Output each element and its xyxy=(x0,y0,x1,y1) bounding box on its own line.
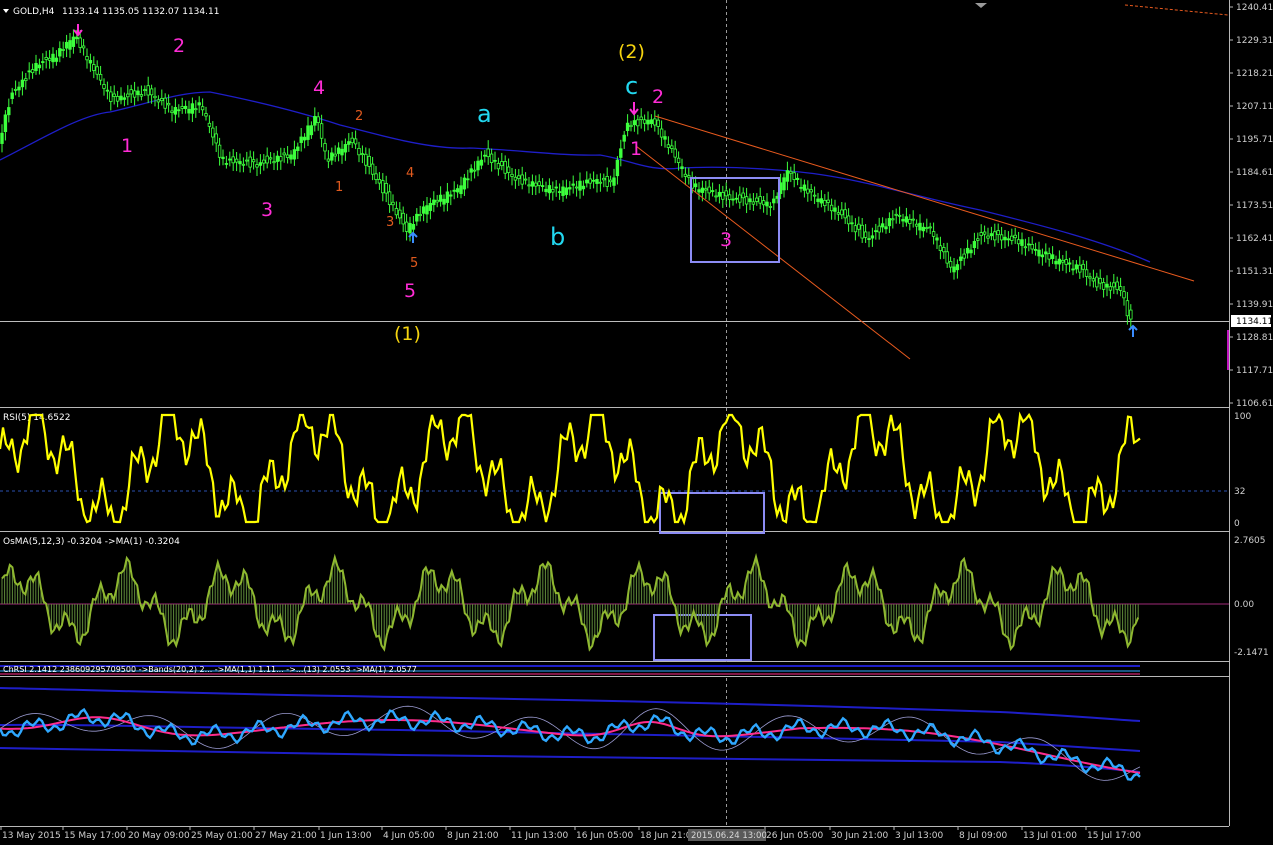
time-tick-label: 16 Jun 05:00 xyxy=(576,831,633,841)
time-tick-label: 8 Jul 09:00 xyxy=(959,831,1008,841)
wave-label: c xyxy=(625,72,638,100)
time-tick-label: 11 Jun 13:00 xyxy=(511,831,568,841)
svg-text:2015.06.24 13:00: 2015.06.24 13:00 xyxy=(691,831,767,841)
time-tick-label: 15 Jul 17:00 xyxy=(1087,831,1141,841)
price-tick-label: 1218.21 xyxy=(1236,69,1273,79)
band-indicator-strip[interactable]: ChRSI 2.1412 238609295709500 ->Bands(20,… xyxy=(0,662,1229,676)
wave-label: (2) xyxy=(618,41,645,63)
wave-label: 5 xyxy=(404,280,416,302)
osma-level-max: 2.7605 xyxy=(1234,536,1266,546)
time-tick-label: 13 May 2015 xyxy=(2,831,61,841)
band-indicator-label: ChRSI 2.1412 238609295709500 ->Bands(20,… xyxy=(3,665,417,674)
price-tick-label: 1173.51 xyxy=(1236,201,1273,211)
time-tick-label: 15 May 17:00 xyxy=(64,831,126,841)
wave-label: (1) xyxy=(394,323,421,345)
chart-header: GOLD,H4 1133.14 1135.05 1132.07 1134.11 xyxy=(3,7,219,17)
time-tick-label: 26 Jun 05:00 xyxy=(766,831,823,841)
rsi-level-100: 100 xyxy=(1234,412,1251,422)
osma-level-zero: 0.00 xyxy=(1234,600,1254,610)
wave-label: 2 xyxy=(652,86,664,108)
time-tick-label: 30 Jun 21:00 xyxy=(831,831,888,841)
time-tick-label: 8 Jun 21:00 xyxy=(447,831,499,841)
svg-text:1134.11: 1134.11 xyxy=(1236,317,1273,327)
wave-label: a xyxy=(477,100,492,128)
current-price-tag: 1134.11 xyxy=(1231,315,1273,327)
price-tick-label: 1195.71 xyxy=(1236,135,1273,145)
crosshair-time-tag: 2015.06.24 13:00 xyxy=(688,829,767,841)
price-tick-label: 1240.41 xyxy=(1236,3,1273,13)
symbol-label: GOLD,H4 xyxy=(13,7,55,17)
price-tick-label: 1162.41 xyxy=(1236,234,1273,244)
price-tick-label: 1128.81 xyxy=(1236,333,1273,343)
wave-label: 2 xyxy=(173,35,185,57)
price-tick-label: 1184.61 xyxy=(1236,168,1273,178)
chart-canvas[interactable]: GOLD,H4 1133.14 1135.05 1132.07 1134.11 … xyxy=(0,0,1273,841)
chart-window[interactable]: GOLD,H4 1133.14 1135.05 1132.07 1134.11 … xyxy=(0,0,1273,841)
time-tick-label: 4 Jun 05:00 xyxy=(383,831,435,841)
price-tick-label: 1229.31 xyxy=(1236,36,1273,46)
rsi-level-32: 32 xyxy=(1234,487,1245,497)
time-tick-label: 3 Jul 13:00 xyxy=(895,831,944,841)
wave-label: 1 xyxy=(630,138,642,160)
ohlc-readout: 1133.14 1135.05 1132.07 1134.11 xyxy=(62,7,219,17)
time-tick-label: 1 Jun 13:00 xyxy=(320,831,372,841)
wave-label: 3 xyxy=(261,199,273,221)
price-tick-label: 1139.91 xyxy=(1236,300,1273,310)
price-tick-label: 1207.11 xyxy=(1236,102,1273,112)
time-tick-label: 20 May 09:00 xyxy=(128,831,190,841)
time-tick-label: 13 Jul 01:00 xyxy=(1023,831,1077,841)
wave-label: 3 xyxy=(720,229,732,251)
wave-label: 4 xyxy=(313,77,325,99)
wave-label: 1 xyxy=(121,135,133,157)
time-tick-label: 27 May 21:00 xyxy=(255,831,317,841)
wave-label: 4 xyxy=(406,166,414,181)
time-tick-label: 25 May 01:00 xyxy=(191,831,253,841)
price-tick-label: 1117.71 xyxy=(1236,366,1273,376)
price-tick-label: 1151.31 xyxy=(1236,267,1273,277)
wave-label: b xyxy=(550,223,565,251)
wave-label: 5 xyxy=(410,256,418,271)
rsi-level-0: 0 xyxy=(1234,519,1240,529)
osma-label: OsMA(5,12,3) -0.3204 ->MA(1) -0.3204 xyxy=(3,537,180,547)
wave-label: 2 xyxy=(355,109,363,124)
price-tick-label: 1106.61 xyxy=(1236,399,1273,409)
osma-level-min: -2.1471 xyxy=(1234,648,1269,658)
wave-label: 3 xyxy=(386,215,394,230)
wave-label: 1 xyxy=(335,180,343,195)
